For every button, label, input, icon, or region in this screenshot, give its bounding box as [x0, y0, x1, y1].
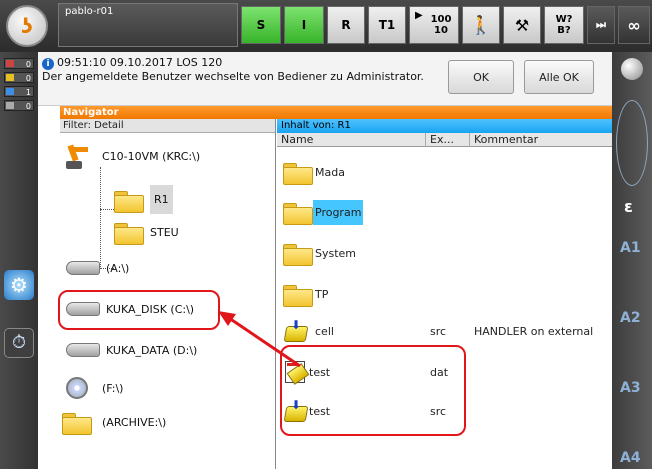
annotation-arrow: [218, 311, 301, 368]
arrow-head: [218, 311, 236, 326]
arrow-line: [225, 314, 301, 368]
